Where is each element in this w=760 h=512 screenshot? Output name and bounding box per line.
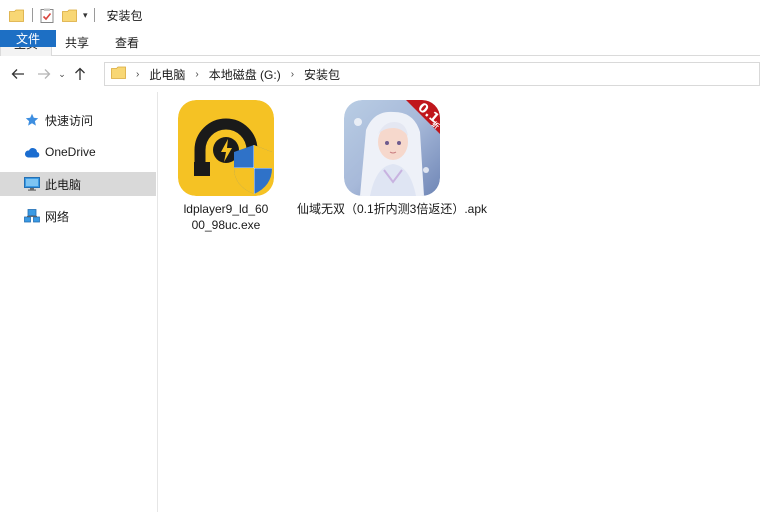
navigation-bar: ⌄ › 此电脑 › 本地磁盘 (G:) › 安装包 (0, 57, 760, 91)
file-item-ldplayer[interactable]: ldplayer9_ld_60 00_98uc.exe (173, 100, 279, 233)
file-item-game-apk[interactable]: 0.1 折 仙域无双（0.1折内测3倍返还）.apk (285, 100, 499, 217)
file-list: ldplayer9_ld_60 00_98uc.exe 0.1 折 仙域无双（0… (159, 92, 760, 512)
breadcrumb-chevron-icon[interactable]: › (291, 69, 294, 80)
network-icon (24, 208, 40, 224)
sidebar-item-label: 网络 (45, 209, 70, 224)
customize-toolbar-dropdown-icon[interactable]: ▾ (83, 10, 88, 21)
folder-icon (111, 66, 126, 82)
sidebar-item-label: 此电脑 (45, 177, 82, 192)
window-title: 安装包 (106, 8, 143, 23)
breadcrumb-this-pc[interactable]: 此电脑 (149, 66, 185, 83)
tab-share[interactable]: 共享 (52, 30, 102, 55)
folder-icon[interactable] (8, 7, 24, 23)
sidebar-item-onedrive[interactable]: OneDrive (0, 140, 157, 164)
tab-view[interactable]: 查看 (102, 30, 152, 55)
breadcrumb-chevron-icon[interactable]: › (195, 69, 198, 80)
ribbon-tabs: 文件 主页 共享 查看 (0, 30, 760, 56)
up-arrow-icon[interactable] (69, 62, 91, 86)
address-bar[interactable]: › 此电脑 › 本地磁盘 (G:) › 安装包 (104, 62, 760, 86)
file-name: ldplayer9_ld_60 00_98uc.exe (183, 202, 269, 232)
back-arrow-icon[interactable] (7, 62, 29, 86)
title-separator (93, 8, 95, 22)
breadcrumb-current-folder[interactable]: 安装包 (304, 66, 340, 83)
tab-file[interactable]: 文件 (0, 30, 56, 47)
new-folder-icon[interactable] (61, 7, 77, 23)
sidebar-item-quick-access[interactable]: 快速访问 (0, 108, 157, 132)
computer-icon (24, 176, 40, 192)
breadcrumb-chevron-icon[interactable]: › (136, 69, 139, 80)
title-bar: ▾ 安装包 (0, 0, 760, 30)
sidebar-item-this-pc[interactable]: 此电脑 (0, 172, 156, 196)
cloud-icon (24, 144, 40, 160)
star-pin-icon (24, 112, 40, 128)
recent-locations-chevron-icon[interactable]: ⌄ (55, 62, 69, 86)
sidebar-item-network[interactable]: 网络 (0, 204, 157, 228)
sidebar-item-label: OneDrive (45, 145, 96, 159)
toolbar-separator (32, 8, 33, 22)
game-app-icon: 0.1 折 (344, 100, 440, 196)
forward-arrow-icon[interactable] (33, 62, 55, 86)
properties-icon[interactable] (39, 7, 55, 23)
navigation-pane: 快速访问 OneDrive 此电脑 网络 (0, 92, 158, 512)
breadcrumb-local-disk[interactable]: 本地磁盘 (G:) (209, 66, 281, 83)
sidebar-item-label: 快速访问 (45, 113, 94, 128)
file-name: 仙域无双（0.1折内测3倍返还）.apk (296, 202, 488, 216)
ldplayer-app-icon (178, 100, 274, 196)
